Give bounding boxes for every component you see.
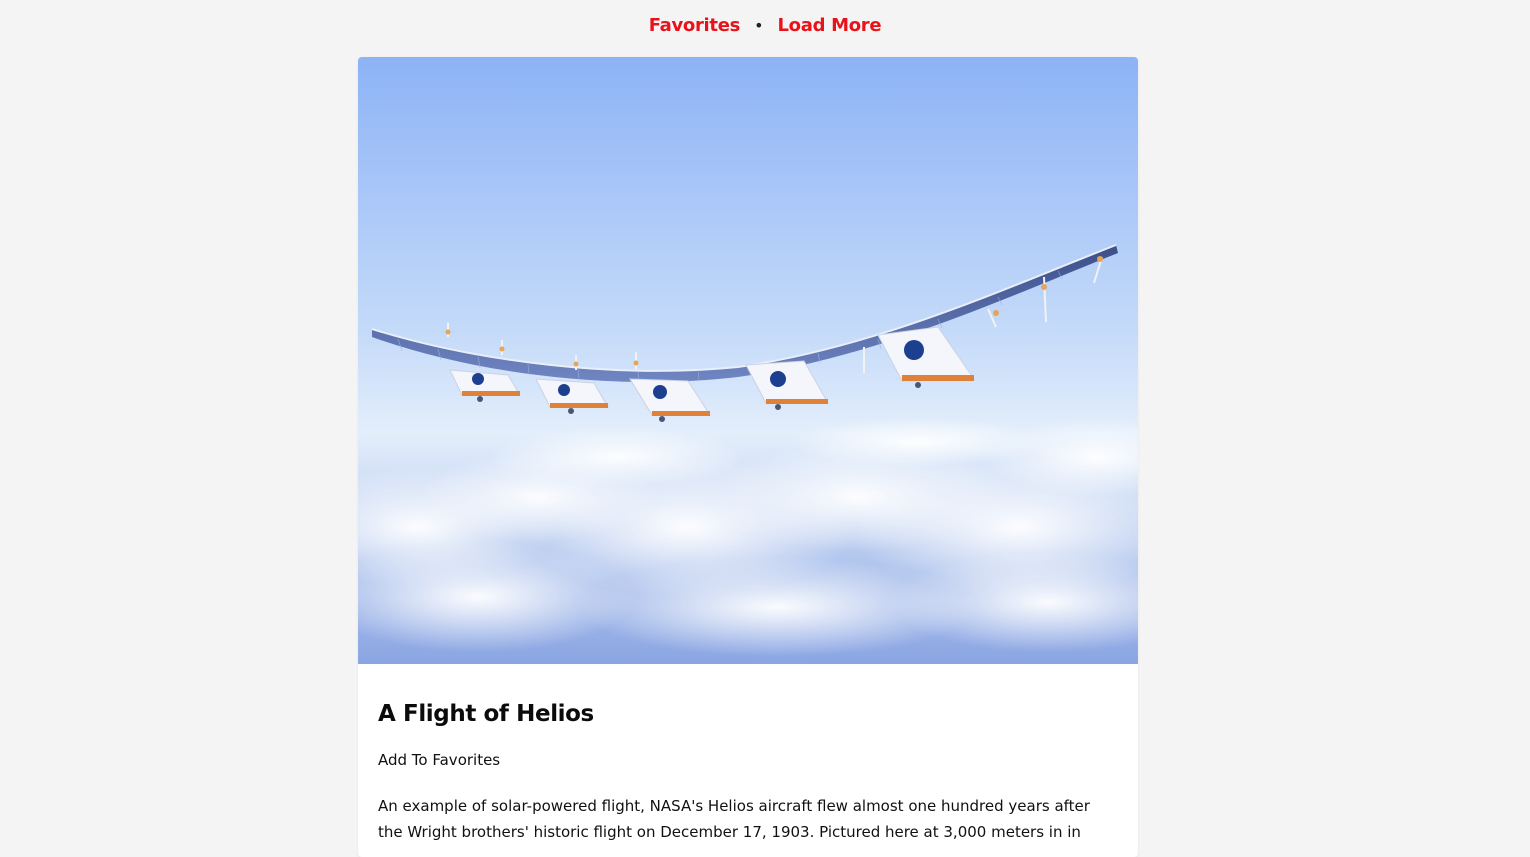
- top-nav: Favorites • Load More: [0, 0, 1530, 50]
- photo-card: A Flight of Helios Add To Favorites An e…: [358, 57, 1138, 857]
- nav-separator: •: [754, 15, 764, 35]
- add-to-favorites-button[interactable]: Add To Favorites: [378, 751, 500, 769]
- card-title: A Flight of Helios: [378, 701, 594, 727]
- favorites-link[interactable]: Favorites: [649, 15, 741, 36]
- load-more-link[interactable]: Load More: [778, 15, 882, 36]
- card-photo: [358, 57, 1138, 664]
- card-description: An example of solar-powered flight, NASA…: [378, 797, 1090, 841]
